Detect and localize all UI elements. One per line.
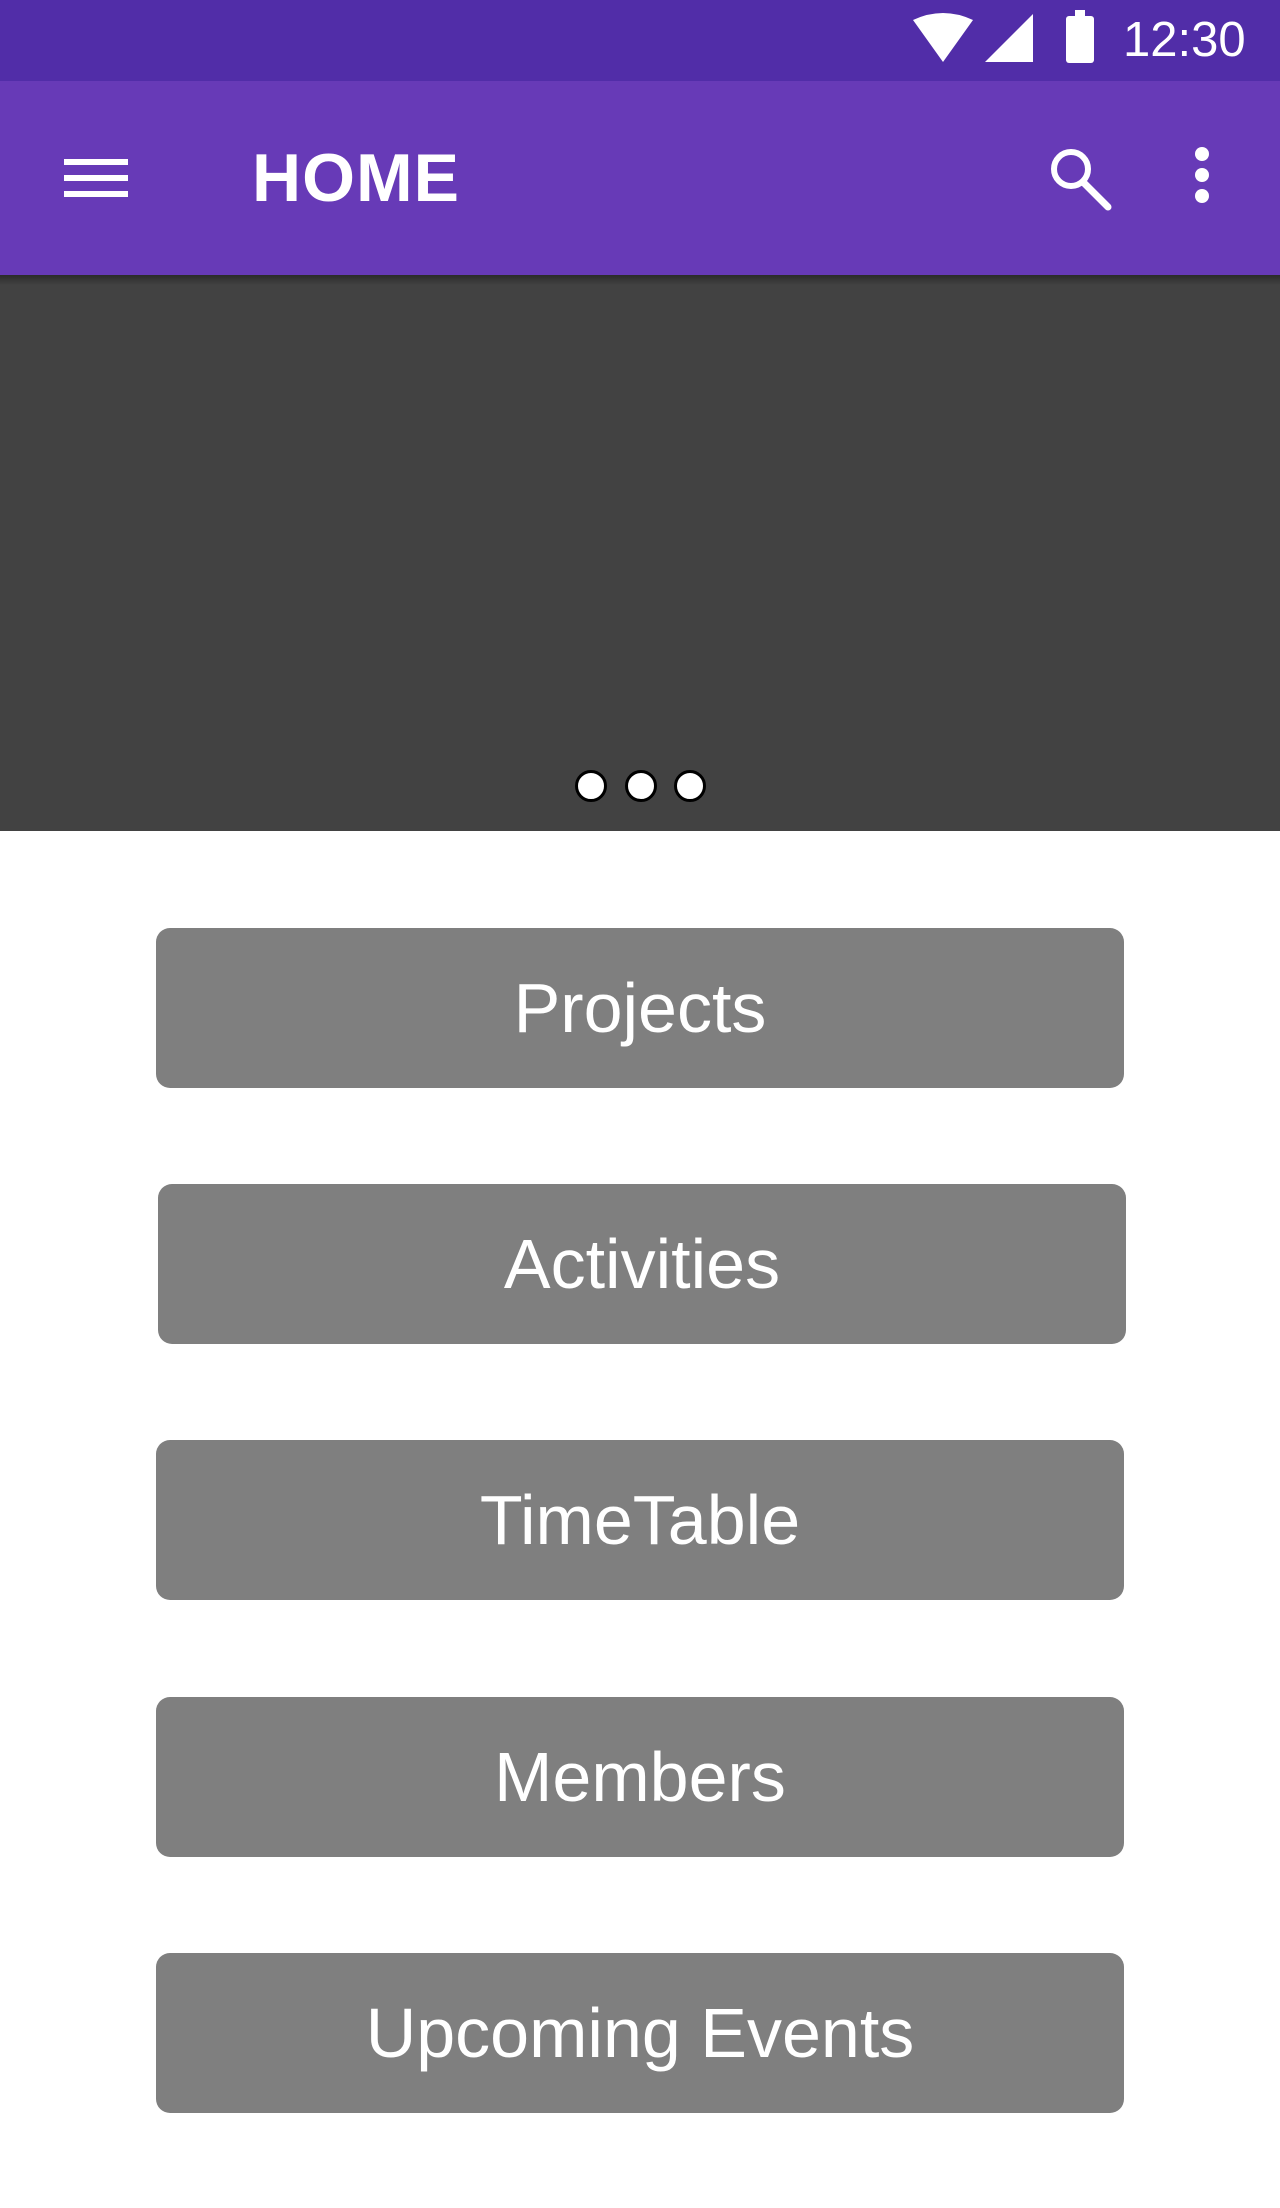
battery-icon <box>1066 10 1094 63</box>
status-time: 12:30 <box>1123 13 1246 67</box>
carousel-dot-3[interactable] <box>674 770 706 802</box>
app-bar: HOME <box>0 81 1280 275</box>
upcoming-events-button[interactable]: Upcoming Events <box>156 1953 1124 2113</box>
wifi-icon <box>913 13 973 62</box>
cell-signal-icon <box>985 14 1033 62</box>
carousel-dot-1[interactable] <box>575 770 607 802</box>
menu-icon[interactable] <box>60 152 132 204</box>
carousel-dot-2[interactable] <box>625 770 657 802</box>
timetable-button[interactable]: TimeTable <box>156 1440 1124 1600</box>
more-vert-icon[interactable] <box>1180 144 1224 214</box>
image-carousel[interactable] <box>0 275 1280 831</box>
status-icons <box>913 10 1094 63</box>
activities-button[interactable]: Activities <box>158 1184 1126 1344</box>
projects-button[interactable]: Projects <box>156 928 1124 1088</box>
app-bar-shadow <box>0 275 1280 285</box>
page-title: HOME <box>252 140 460 216</box>
members-button[interactable]: Members <box>156 1697 1124 1857</box>
status-bar: 12:30 <box>0 0 1280 81</box>
search-icon[interactable] <box>1045 144 1115 214</box>
